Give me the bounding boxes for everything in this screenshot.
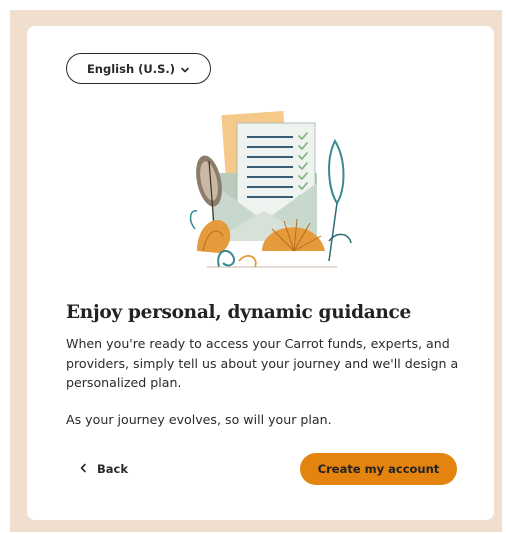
evolve-paragraph: As your journey evolves, so will your pl… bbox=[66, 412, 332, 427]
chevron-left-icon bbox=[79, 462, 87, 476]
language-selector-label: English (U.S.) bbox=[86, 61, 176, 76]
onboarding-card: English (U.S.) Enjoy personal, dynamic g… bbox=[27, 26, 494, 520]
language-selector[interactable]: English (U.S.) bbox=[66, 53, 211, 84]
back-button[interactable]: Back bbox=[79, 459, 128, 479]
create-account-button[interactable]: Create my account bbox=[300, 453, 457, 485]
chevron-down-icon bbox=[180, 64, 190, 74]
description-paragraph: When you're ready to access your Carrot … bbox=[66, 336, 459, 390]
plan-checklist-illustration bbox=[189, 111, 352, 268]
back-button-label: Back bbox=[97, 462, 128, 476]
create-account-button-label: Create my account bbox=[317, 462, 440, 476]
page-title: Enjoy personal, dynamic guidance bbox=[66, 302, 411, 323]
